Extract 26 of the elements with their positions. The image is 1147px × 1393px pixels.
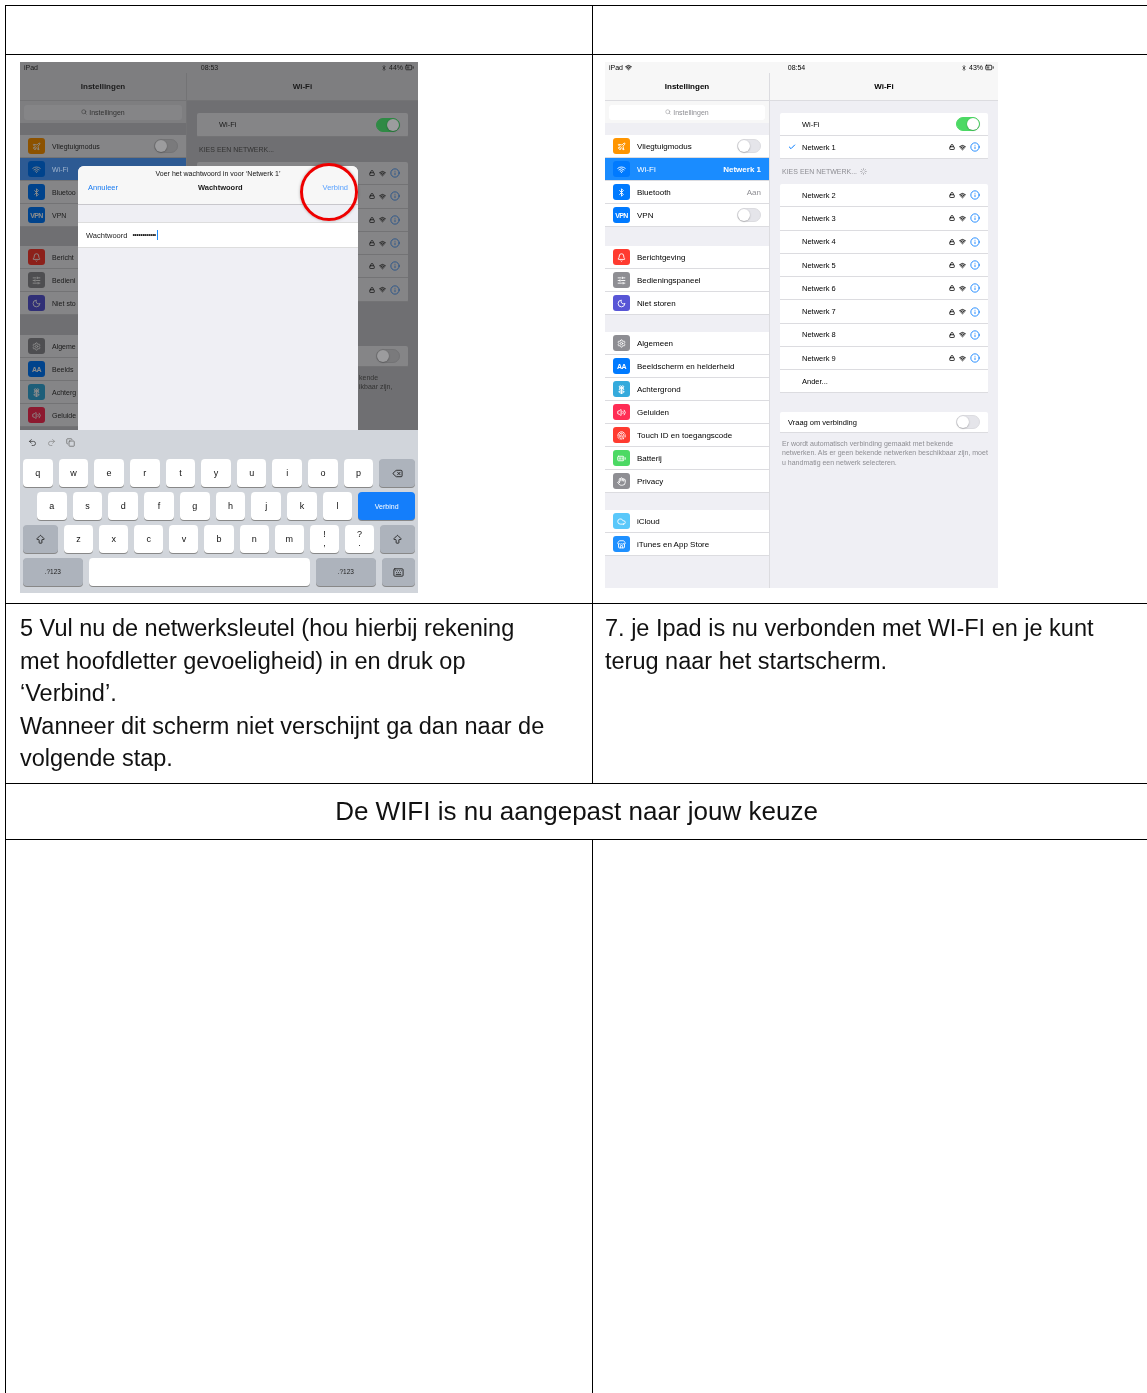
row-label: Touch ID en toegangscode — [637, 430, 733, 440]
row-label: Berichtgeving — [637, 252, 686, 262]
row-label: Beeldscherm en helderheid — [637, 361, 735, 371]
row-label: Geluiden — [637, 407, 670, 417]
caption-text: 7. je Ipad is nu verbonden met WI-FI en je kunt terug naar het startscherm. — [605, 614, 1095, 676]
sidebar-header: Instellingen — [20, 73, 186, 101]
row-value: Netwerk 1 — [723, 164, 761, 174]
detail-header: Wi-Fi — [770, 73, 998, 101]
row-label: Achtergrond — [637, 384, 681, 394]
caption-text: 5 Vul nu de netwerksleutel (hou hierbij rekening met hoofdletter gevoeligheid) in en druk op ‘Verbind’. — [20, 614, 516, 708]
row-label: Batterij — [637, 453, 662, 463]
row-label: Wi-Fi — [637, 164, 656, 174]
row-label: Bedieningspaneel — [637, 275, 701, 285]
row-value: Aan — [746, 187, 761, 197]
caption-text: Wanneer dit scherm niet verschijnt ga dan naar de volgende stap. — [20, 711, 546, 773]
row-label: iTunes en App Store — [637, 539, 710, 549]
row-label: VPN — [637, 210, 654, 220]
row-label: Privacy — [637, 476, 664, 486]
row-label: Bluetooth — [637, 187, 671, 197]
sidebar-header: Instellingen — [605, 73, 769, 101]
detail-header: Wi-Fi — [187, 73, 418, 101]
row-label: Vliegtuigmodus — [637, 141, 692, 151]
row-label: Algemeen — [637, 338, 674, 348]
row-label: iCloud — [637, 516, 660, 526]
summary-text: De WIFI is nu aangepast naar jouw keuze — [335, 796, 818, 827]
row-label: Niet storen — [637, 298, 676, 308]
